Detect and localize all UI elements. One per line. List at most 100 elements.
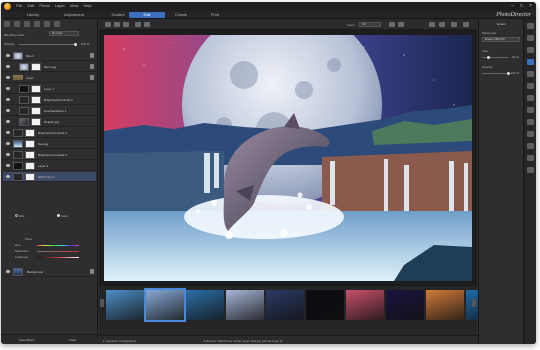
- layer-row[interactable]: Brightness/Contrast 3: [3, 150, 96, 160]
- visibility-eye-icon[interactable]: [6, 175, 10, 178]
- menu-file[interactable]: File: [16, 3, 22, 8]
- mask-icon[interactable]: [24, 21, 30, 27]
- filmstrip-thumbnail[interactable]: [266, 290, 304, 320]
- rotate-left-icon[interactable]: [135, 22, 141, 27]
- layer-mask-thumbnail[interactable]: [25, 140, 35, 148]
- edited-photo[interactable]: [104, 35, 472, 281]
- layer-row[interactable]: Dolphin.jpg: [3, 117, 96, 127]
- filmstrip-thumbnail[interactable]: [186, 290, 224, 320]
- visibility-eye-icon[interactable]: [6, 109, 10, 112]
- undo-icon[interactable]: [429, 22, 435, 27]
- brush-tool-icon[interactable]: [527, 71, 534, 77]
- eyedropper-tool-icon[interactable]: [527, 155, 534, 161]
- visibility-eye-icon[interactable]: [6, 87, 10, 90]
- layer-row[interactable]: Layer 1: [3, 84, 96, 94]
- grid-view-icon[interactable]: [105, 22, 111, 27]
- layer-row[interactable]: Brightness/Contrast 1: [3, 95, 96, 105]
- size-slider-knob[interactable]: [487, 56, 490, 59]
- crop-view-icon[interactable]: [123, 22, 129, 27]
- redo-icon[interactable]: [439, 22, 445, 27]
- filmstrip-thumbnail[interactable]: [306, 290, 344, 320]
- zoom-in-icon[interactable]: [398, 22, 404, 27]
- visibility-eye-icon[interactable]: [6, 76, 10, 79]
- visibility-eye-icon[interactable]: [6, 131, 10, 134]
- brush-opacity-slider-knob[interactable]: [506, 72, 510, 75]
- filmstrip-thumbnail[interactable]: [426, 290, 464, 320]
- size-slider[interactable]: [482, 57, 508, 58]
- lightness-slider[interactable]: [37, 257, 79, 258]
- adjust-layer-icon[interactable]: [14, 21, 20, 27]
- fullscreen-icon[interactable]: [451, 22, 457, 27]
- visibility-eye-icon[interactable]: [6, 54, 10, 57]
- menu-layer[interactable]: Layer: [55, 3, 65, 8]
- menu-edit[interactable]: Edit: [27, 3, 34, 8]
- filmstrip-prev-icon[interactable]: [100, 299, 104, 307]
- minimize-icon[interactable]: –: [511, 3, 514, 9]
- new-layer-icon[interactable]: [4, 21, 10, 27]
- blur-tool-icon[interactable]: [527, 143, 534, 149]
- filmstrip-thumbnail[interactable]: [386, 290, 424, 320]
- visibility-eye-icon[interactable]: [6, 153, 10, 156]
- visibility-eye-icon[interactable]: [6, 164, 10, 167]
- blending-mode-select[interactable]: Normal: [49, 31, 79, 36]
- layer-row[interactable]: Layer 2: [3, 161, 96, 171]
- filmstrip-next-icon[interactable]: [472, 299, 476, 307]
- layer-mask-thumbnail[interactable]: [31, 107, 41, 115]
- layer-row[interactable]: Sea.jpg: [3, 139, 96, 149]
- lasso-tool-icon[interactable]: [527, 47, 534, 53]
- tab-edit[interactable]: Edit: [129, 12, 165, 18]
- layer-row[interactable]: Moon: [3, 51, 96, 61]
- layer-mask-thumbnail[interactable]: [31, 85, 41, 93]
- selection-tool-icon[interactable]: [527, 35, 534, 41]
- move-tool-icon[interactable]: [527, 23, 534, 29]
- fill-tool-icon[interactable]: [527, 107, 534, 113]
- text-tool-icon[interactable]: [527, 83, 534, 89]
- hsl-option[interactable]: HSL: [15, 214, 25, 218]
- rotate-right-icon[interactable]: [144, 22, 150, 27]
- menu-help[interactable]: Help: [83, 3, 91, 8]
- tab-adjustment[interactable]: Adjustment: [59, 12, 89, 18]
- layer-mask-thumbnail[interactable]: [25, 129, 35, 137]
- opacity-slider[interactable]: [19, 44, 75, 45]
- opacity-slider-knob[interactable]: [73, 43, 77, 46]
- visibility-eye-icon[interactable]: [6, 65, 10, 68]
- crop-tool-icon[interactable]: [527, 119, 534, 125]
- brush-opacity-slider[interactable]: [482, 73, 508, 74]
- color-option[interactable]: Color: [57, 214, 68, 218]
- clone-tool-icon[interactable]: [527, 131, 534, 137]
- export-icon[interactable]: [463, 22, 469, 27]
- filmstrip-thumbnail[interactable]: [346, 290, 384, 320]
- visibility-eye-icon[interactable]: [6, 142, 10, 145]
- tab-guided[interactable]: Guided: [107, 12, 129, 18]
- layer-row[interactable]: Layer: [3, 73, 96, 83]
- layer-mask-thumbnail[interactable]: [25, 162, 35, 170]
- tab-create[interactable]: Create: [169, 12, 193, 18]
- layer-row[interactable]: Hue/Saturation 1: [3, 106, 96, 116]
- maximize-icon[interactable]: □: [520, 3, 523, 9]
- filmstrip-thumbnail[interactable]: [106, 290, 144, 320]
- delete-layer-icon[interactable]: [54, 21, 60, 27]
- menu-photo[interactable]: Photo: [39, 3, 49, 8]
- visibility-eye-icon[interactable]: [6, 120, 10, 123]
- menu-view[interactable]: View: [70, 3, 79, 8]
- settings-gear-icon[interactable]: [527, 167, 534, 173]
- layer-row[interactable]: HSL/Color 1: [3, 172, 96, 182]
- tab-print[interactable]: Print: [205, 12, 225, 18]
- group-icon[interactable]: [34, 21, 40, 27]
- layer-mask-thumbnail[interactable]: [25, 151, 35, 159]
- layer-background[interactable]: Background: [3, 267, 96, 277]
- zoom-out-icon[interactable]: [389, 22, 395, 27]
- visibility-eye-icon[interactable]: [6, 98, 10, 101]
- copy-layer-icon[interactable]: [44, 21, 50, 27]
- layer-mask-thumbnail[interactable]: [31, 118, 41, 126]
- eraser-tool-icon[interactable]: [527, 59, 534, 65]
- visibility-eye-icon[interactable]: [6, 270, 10, 273]
- close-icon[interactable]: ×: [529, 3, 532, 9]
- layer-mask-thumbnail[interactable]: [31, 96, 41, 104]
- layer-mask-thumbnail[interactable]: [25, 173, 35, 181]
- select-tool-dropdown[interactable]: Eraser (Brush): [482, 37, 520, 42]
- save-share-button[interactable]: Save/Share: [19, 338, 35, 342]
- shape-tool-icon[interactable]: [527, 95, 534, 101]
- clear-button[interactable]: Clear: [69, 338, 76, 342]
- saturation-slider[interactable]: [37, 251, 79, 252]
